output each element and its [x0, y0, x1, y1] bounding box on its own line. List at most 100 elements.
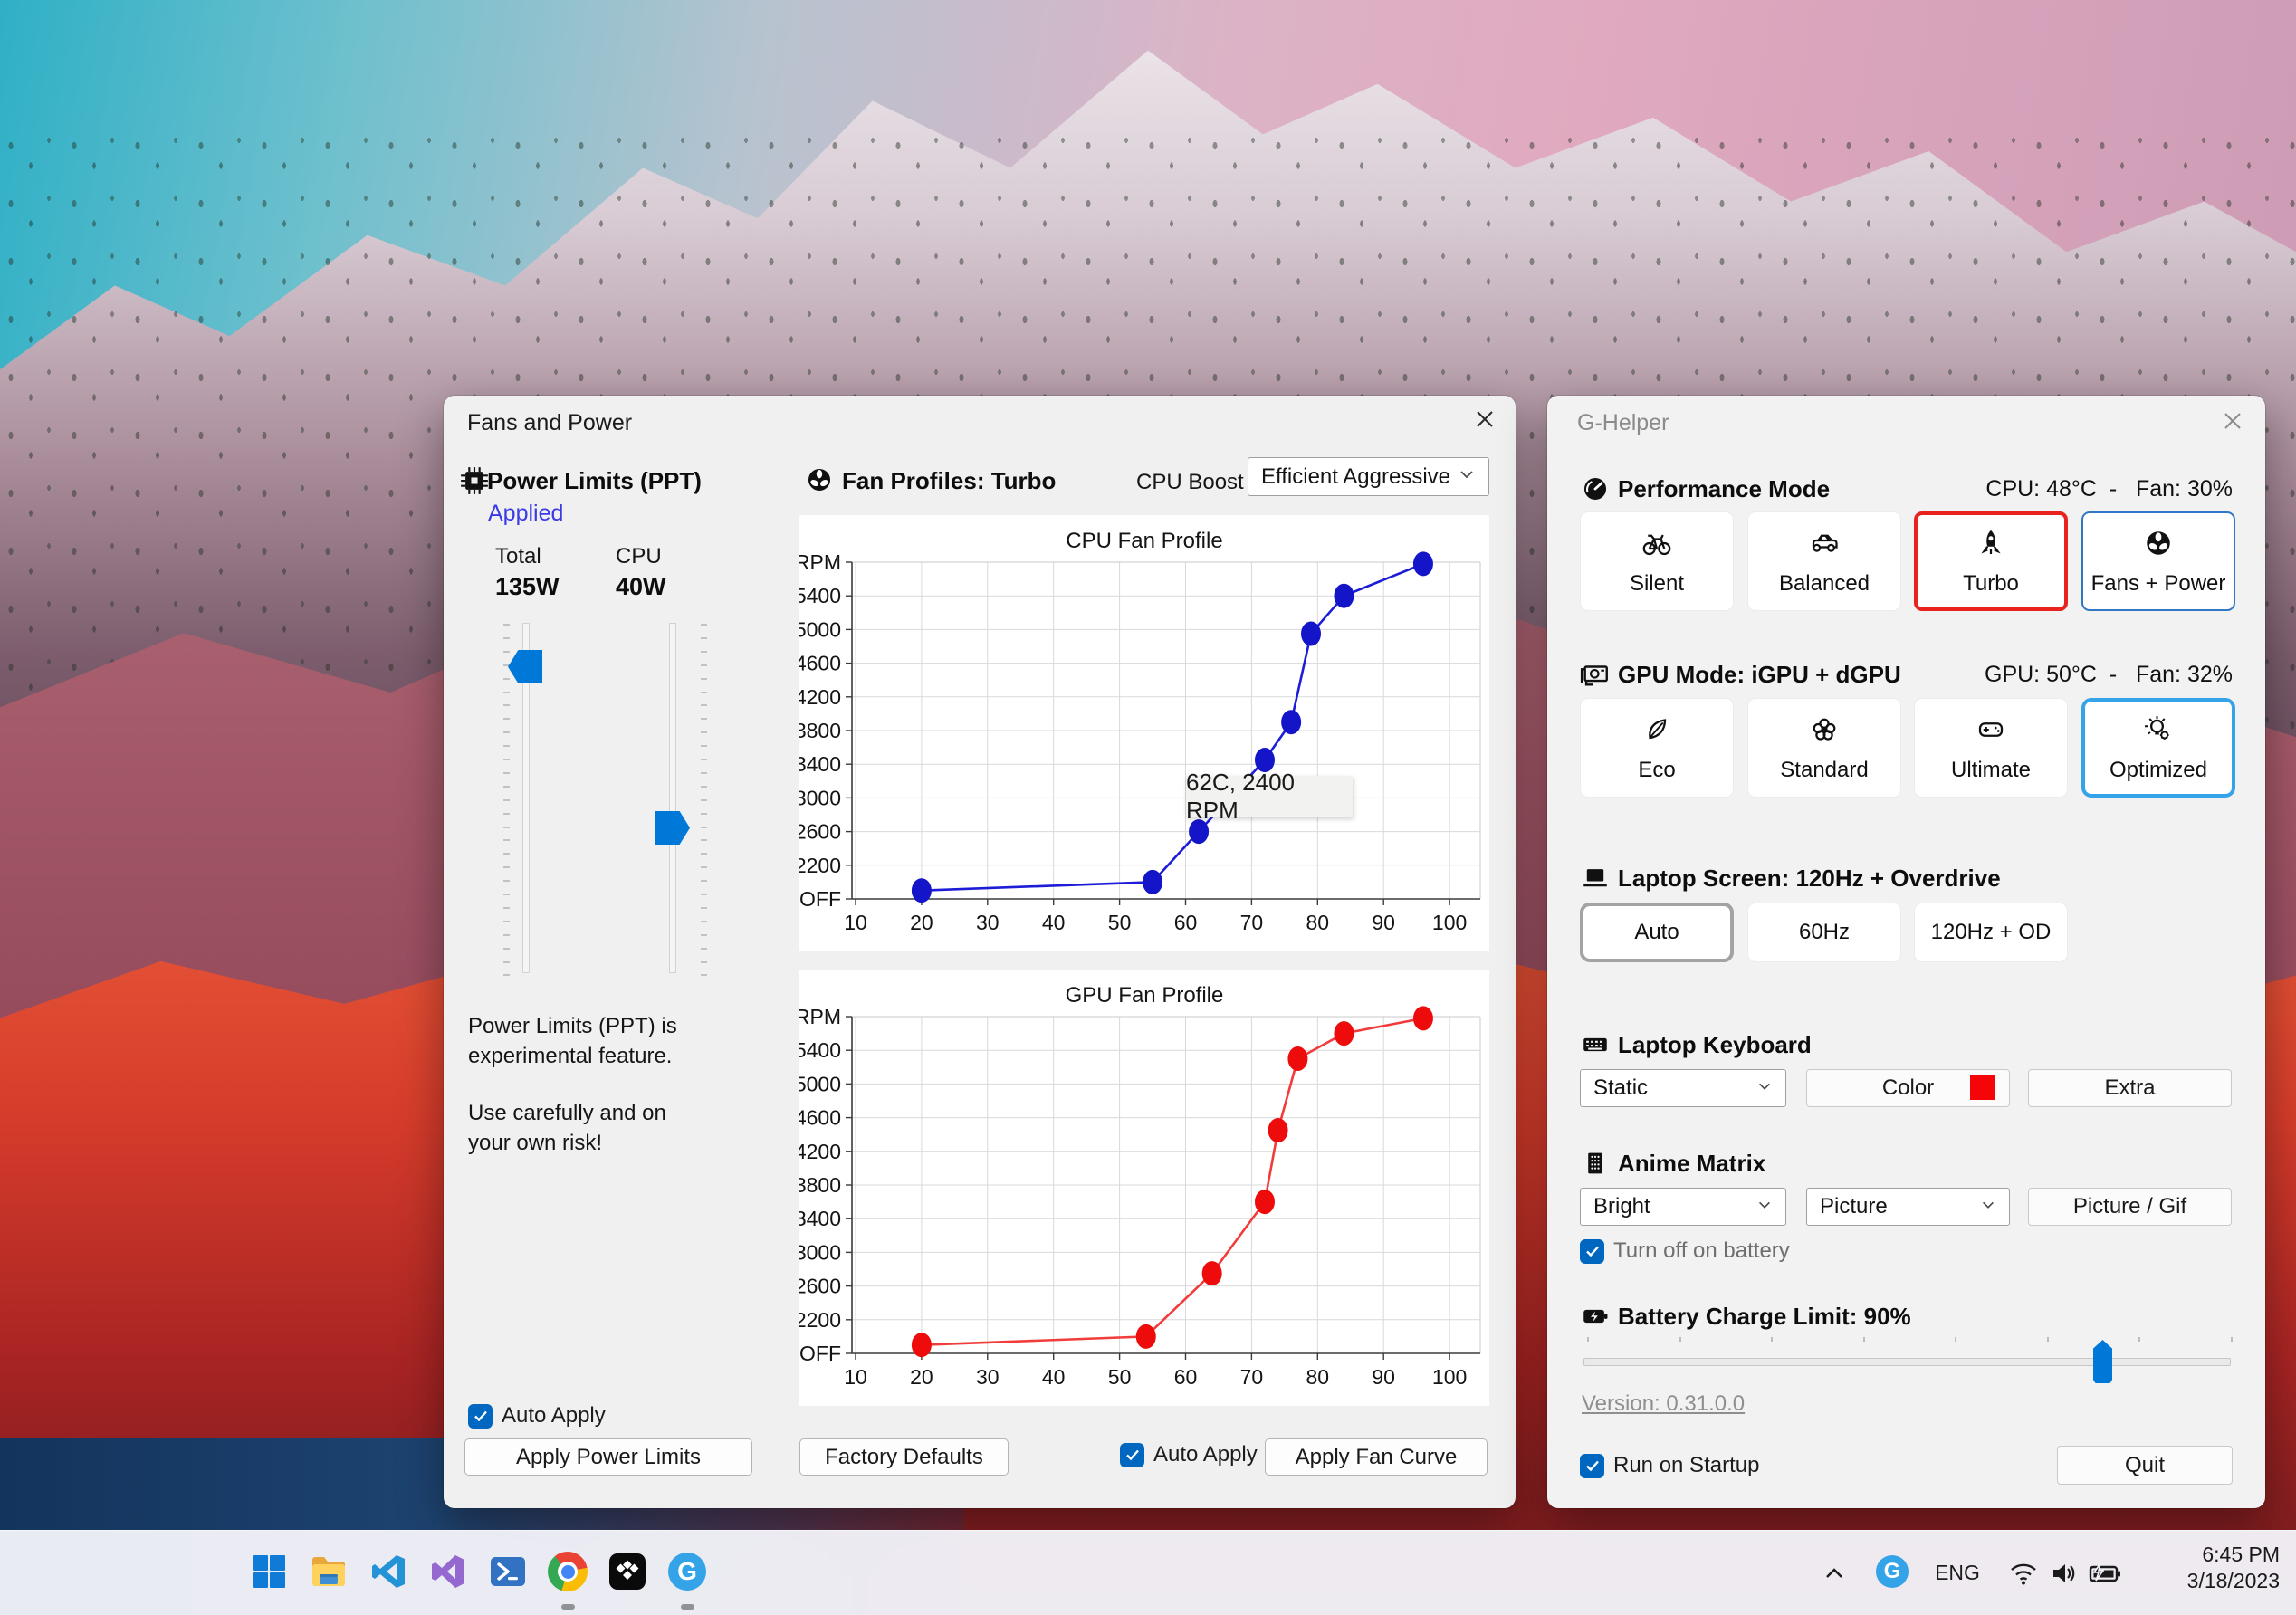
anime-brightness-select[interactable]: Bright — [1580, 1188, 1786, 1226]
taskbar-icon-g-helper[interactable]: G — [666, 1551, 708, 1592]
keyboard-color-button[interactable]: Color — [1806, 1069, 2010, 1107]
taskbar-icon-file-explorer[interactable] — [308, 1551, 349, 1592]
wifi-icon[interactable] — [2008, 1558, 2039, 1589]
fans-and-power-window: Fans and Power Power Limits (PPT) Applie… — [444, 396, 1516, 1508]
slider-tick — [701, 718, 707, 721]
keyboard-extra-button[interactable]: Extra — [2028, 1069, 2232, 1107]
slider-tick — [2046, 1337, 2049, 1342]
close-icon[interactable] — [1467, 403, 1503, 435]
factory-defaults-button[interactable]: Factory Defaults — [799, 1438, 1009, 1476]
slider-tick — [2230, 1337, 2233, 1342]
gpu-fan-chart[interactable]: GPU Fan Profile OFF 2200 2600 3000 3400 3800 42… — [795, 970, 1489, 1406]
slider-tick — [503, 853, 510, 855]
apply-fan-curve-button[interactable]: Apply Fan Curve — [1265, 1438, 1488, 1476]
gpu-mode-optimized[interactable]: Optimized — [2081, 698, 2235, 798]
battery-icon — [1580, 1301, 1611, 1332]
cpu-boost-select[interactable]: Efficient Aggressive — [1248, 457, 1489, 496]
volume-icon[interactable] — [2048, 1558, 2079, 1589]
keyboard-mode-select[interactable]: Static — [1580, 1069, 1786, 1107]
slider-tick — [503, 636, 510, 639]
running-indicator — [680, 1604, 694, 1610]
window-title: G-Helper — [1577, 410, 1669, 435]
picture-gif-button[interactable]: Picture / Gif — [2028, 1188, 2232, 1226]
taskbar-icon-tidal[interactable] — [607, 1551, 648, 1592]
close-icon[interactable] — [2215, 405, 2251, 437]
cpu-power-slider-handle[interactable] — [655, 811, 690, 845]
slider-tick — [503, 947, 510, 950]
mode-button-label: Optimized — [2109, 757, 2208, 782]
auto-apply-fan-checkbox[interactable]: Auto Apply — [1120, 1442, 1258, 1467]
tray-language-label[interactable]: ENG — [1930, 1561, 1985, 1585]
svg-text:90: 90 — [1372, 1365, 1395, 1389]
slider-tick — [701, 866, 707, 869]
slider-tick — [701, 636, 707, 639]
gpu-mode-standard[interactable]: Standard — [1747, 698, 1901, 798]
slider-tick — [503, 974, 510, 977]
svg-text:3400: 3400 — [799, 1207, 841, 1230]
screen-mode-60hz[interactable]: 60Hz — [1747, 903, 1901, 962]
anime-matrix-heading: Anime Matrix — [1618, 1150, 1766, 1177]
mode-button-label: Eco — [1638, 757, 1676, 782]
auto-apply-power-checkbox[interactable]: Auto Apply — [468, 1403, 606, 1429]
cpu-power-slider[interactable] — [669, 623, 676, 973]
screen-mode-120hz-od[interactable]: 120Hz + OD — [1914, 903, 2068, 962]
taskbar-icon-vscode[interactable] — [368, 1551, 409, 1592]
svg-text:5400: 5400 — [799, 584, 841, 607]
clock-time: 6:45 PM — [2202, 1543, 2280, 1566]
slider-tick — [701, 664, 707, 666]
tray-g-helper-icon[interactable]: G — [1876, 1555, 1909, 1588]
battery-charging-icon[interactable] — [2088, 1558, 2122, 1589]
slider-tick — [503, 771, 510, 774]
experimental-note: Power Limits (PPT) is experimental featu… — [468, 1014, 677, 1068]
tray-chevron-up-icon[interactable] — [1818, 1558, 1851, 1591]
taskbar-clock[interactable]: 6:45 PM 3/18/2023 — [2187, 1542, 2280, 1594]
slider-tick — [1587, 1337, 1589, 1342]
gpu-mode-ultimate[interactable]: Ultimate — [1914, 698, 2068, 798]
slider-tick — [503, 920, 510, 922]
anime-mode-select[interactable]: Picture — [1806, 1188, 2010, 1226]
taskbar-icon-start[interactable] — [248, 1551, 290, 1592]
cpu-fan-chart[interactable]: CPU Fan Profile OFF 2200 2600 3000 3400 3800 42… — [795, 515, 1489, 951]
mode-button-label: Turbo — [1963, 570, 2019, 596]
risk-note: Use carefully and on your own risk! — [468, 1101, 666, 1155]
svg-text:2600: 2600 — [799, 820, 841, 844]
slider-tick — [701, 624, 707, 626]
slider-tick — [701, 731, 707, 734]
total-label: Total — [495, 544, 541, 569]
svg-text:80: 80 — [1306, 1365, 1330, 1389]
gpu-mode-eco[interactable]: Eco — [1580, 698, 1734, 798]
gamepad-icon — [1975, 713, 2007, 750]
version-link[interactable]: Version: 0.31.0.0 — [1582, 1391, 1745, 1417]
performance-mode-balanced[interactable]: Balanced — [1747, 511, 1901, 611]
performance-mode-turbo[interactable]: Turbo — [1914, 511, 2068, 611]
svg-text:70: 70 — [1240, 911, 1264, 934]
svg-text:3000: 3000 — [799, 1240, 841, 1264]
slider-tick — [701, 947, 707, 950]
flower-icon — [1808, 713, 1841, 750]
taskbar-icon-chrome[interactable] — [547, 1551, 588, 1592]
run-on-startup-checkbox[interactable]: Run on Startup — [1580, 1453, 1759, 1478]
svg-text:OFF: OFF — [799, 887, 841, 911]
turn-off-on-battery-checkbox[interactable]: Turn off on battery — [1580, 1238, 1790, 1264]
fan-curve-tooltip: 62C, 2400 RPM — [1186, 769, 1353, 824]
performance-mode-silent[interactable]: Silent — [1580, 511, 1734, 611]
battery-charge-slider[interactable] — [1583, 1358, 2231, 1366]
quit-button[interactable]: Quit — [2057, 1446, 2233, 1485]
performance-mode-fans-power[interactable]: Fans + Power — [2081, 511, 2235, 611]
screen-mode-auto[interactable]: Auto — [1580, 903, 1734, 962]
slider-tick — [503, 745, 510, 748]
slider-tick — [701, 933, 707, 936]
slider-tick — [701, 785, 707, 788]
svg-text:3800: 3800 — [799, 1173, 841, 1197]
svg-text:40: 40 — [1042, 1365, 1066, 1389]
taskbar-icon-powershell[interactable] — [487, 1551, 529, 1592]
battery-charge-limit-heading: Battery Charge Limit: 90% — [1618, 1303, 1911, 1330]
chevron-down-icon — [1756, 1194, 1773, 1219]
fan-icon — [2142, 527, 2175, 564]
battery-charge-slider-handle[interactable] — [2093, 1340, 2112, 1383]
apply-power-limits-button[interactable]: Apply Power Limits — [464, 1438, 752, 1476]
total-power-slider-handle[interactable] — [508, 650, 542, 683]
svg-text:RPM: RPM — [799, 550, 841, 574]
taskbar-icon-visual-studio[interactable] — [427, 1551, 469, 1592]
cpu-boost-label: CPU Boost — [1136, 470, 1244, 494]
